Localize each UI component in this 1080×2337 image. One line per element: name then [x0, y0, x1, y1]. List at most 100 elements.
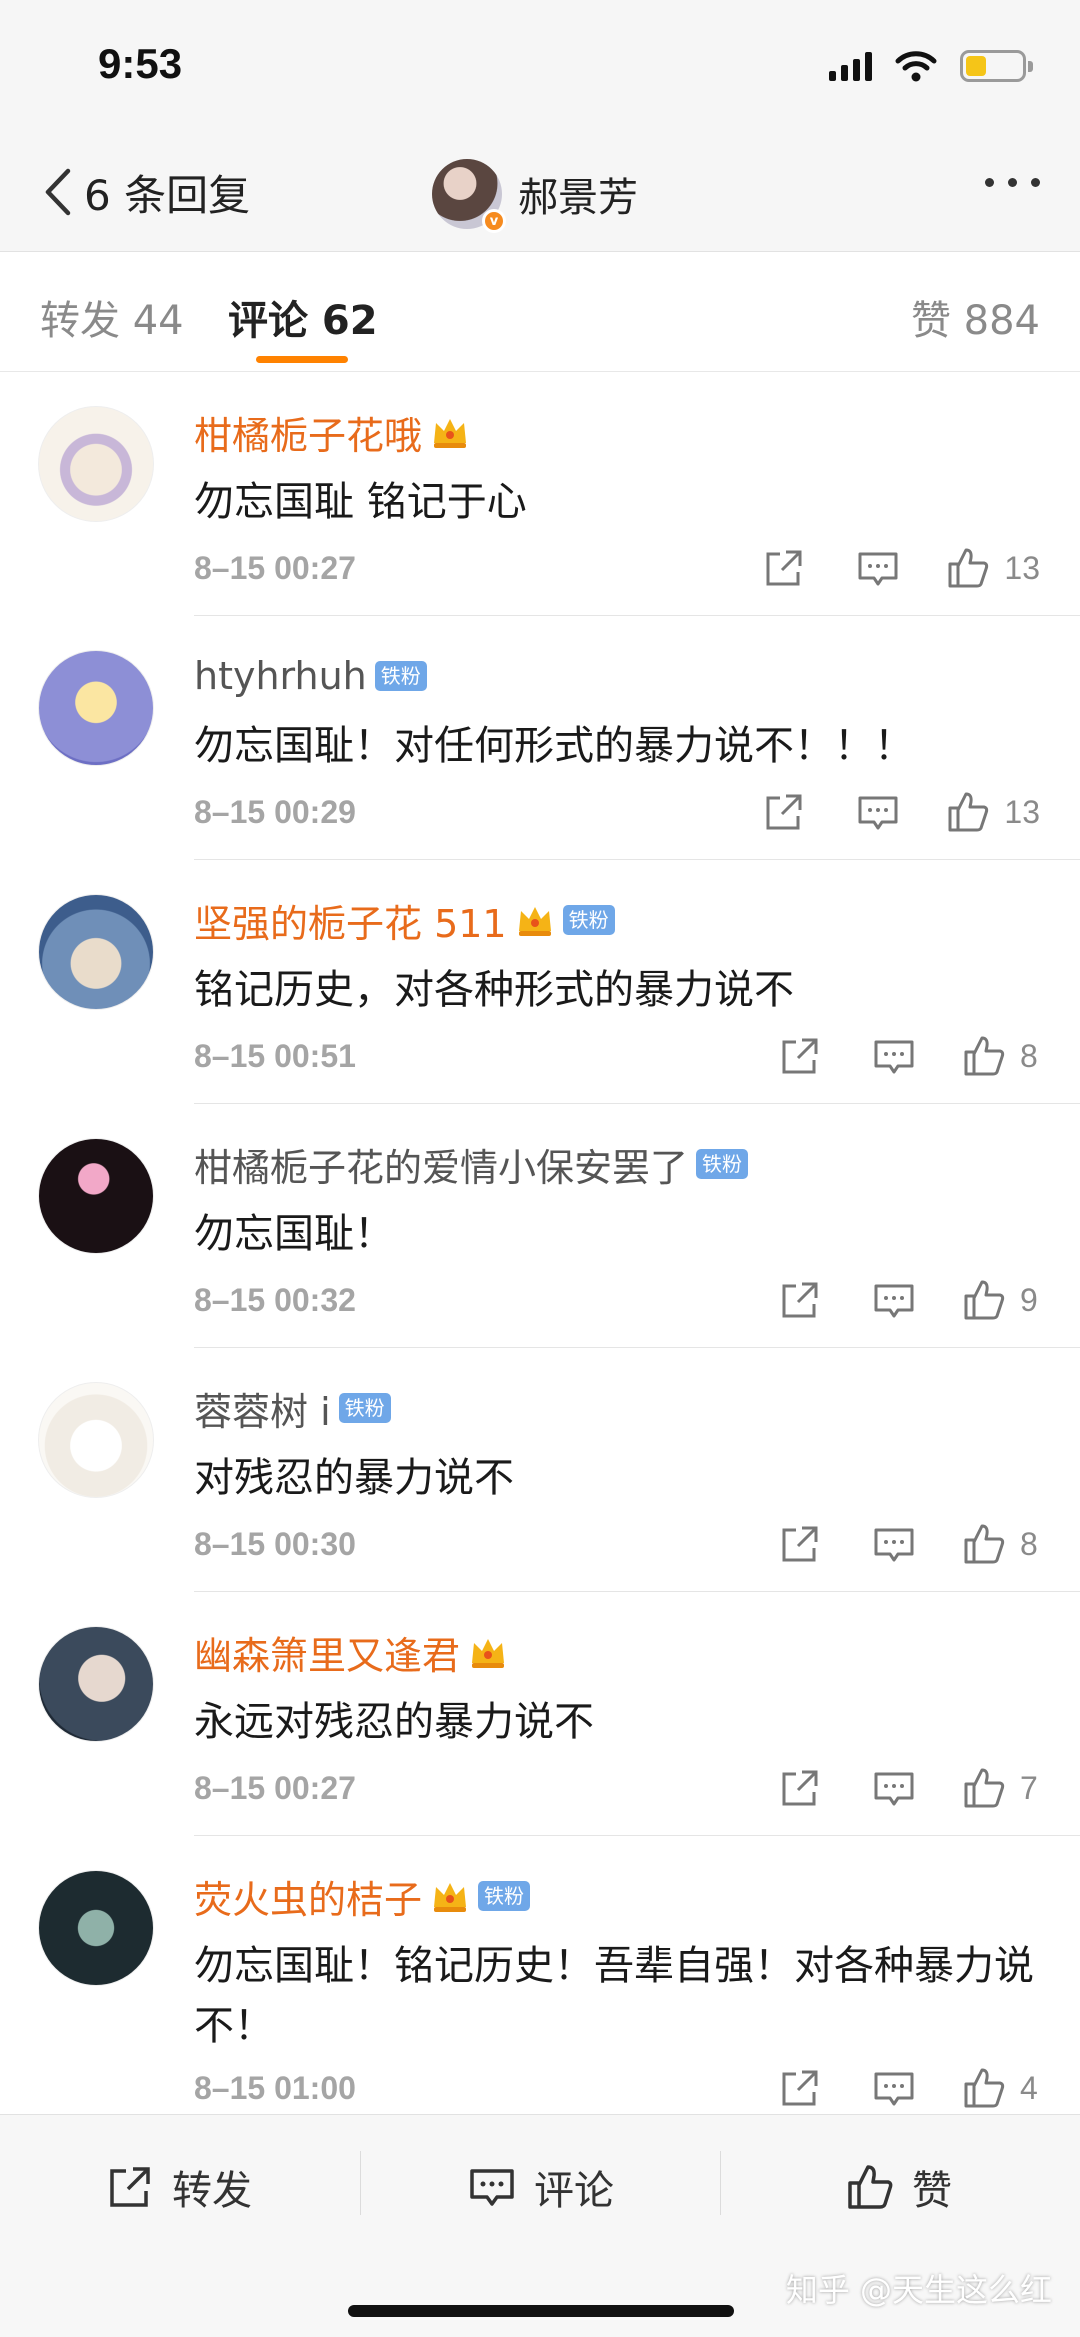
username[interactable]: 幽森箫里又逢君	[194, 1625, 460, 1680]
reply-icon[interactable]	[872, 1034, 916, 1078]
comment-list: 柑橘栀子花哦 勿忘国耻 铭记于心 8–15 00:27 13 htyhrhuh …	[0, 372, 1080, 2136]
share-icon[interactable]	[778, 1278, 822, 1322]
thumbs-up-icon	[964, 1524, 1005, 1564]
username[interactable]: 柑橘栀子花的爱情小保安罢了	[194, 1137, 688, 1192]
comment-time: 8–15 00:51	[194, 1038, 356, 1074]
share-icon[interactable]	[762, 790, 806, 834]
crown-icon	[434, 1883, 467, 1912]
more-dot-icon	[985, 178, 994, 187]
thumbs-up-icon	[964, 1768, 1005, 1808]
tab-bar: 转发 44 评论 62 赞 884	[0, 252, 1080, 372]
username[interactable]: 荧火虫的桔子	[194, 1869, 422, 1924]
reply-icon[interactable]	[856, 790, 900, 834]
share-icon[interactable]	[778, 1522, 822, 1566]
avatar[interactable]	[38, 1870, 154, 1986]
username[interactable]: 坚强的栀子花 511	[194, 893, 507, 948]
avatar[interactable]	[38, 406, 154, 522]
comment-text: 勿忘国耻！	[194, 1211, 394, 1257]
like-count: 9	[1020, 1281, 1038, 1318]
like-button[interactable]: 8	[962, 1034, 1040, 1078]
fan-badge: 铁粉	[562, 905, 615, 935]
avatar[interactable]	[38, 1626, 154, 1742]
comment-icon	[470, 2169, 514, 2206]
author-header[interactable]: v 郝景芳	[432, 154, 638, 234]
comment-time: 8–15 00:29	[194, 794, 356, 830]
comment-actions: 4	[728, 2062, 1040, 2114]
avatar[interactable]	[38, 894, 154, 1010]
avatar[interactable]	[38, 650, 154, 766]
username[interactable]: htyhrhuh	[194, 654, 367, 698]
back-button[interactable]: 6 条回复	[40, 162, 250, 222]
comment-item: 幽森箫里又逢君 永远对残忍的暴力说不 8–15 00:27 7	[0, 1592, 1080, 1836]
like-button[interactable]: 9	[962, 1278, 1040, 1322]
thumbs-up-icon	[964, 1036, 1005, 1076]
tab-repost[interactable]: 转发 44	[40, 288, 184, 346]
like-label: 赞	[912, 2168, 952, 2214]
tab-comment[interactable]: 评论 62	[228, 288, 378, 346]
crown-icon	[472, 1639, 505, 1668]
share-icon[interactable]	[778, 1766, 822, 1810]
reply-icon[interactable]	[856, 546, 900, 590]
share-icon[interactable]	[762, 546, 806, 590]
username[interactable]: 柑橘栀子花哦	[194, 405, 422, 460]
comment-actions: 13	[712, 542, 1040, 594]
crown-icon	[434, 419, 467, 448]
username[interactable]: 蓉蓉树 i	[194, 1381, 331, 1436]
comment-button[interactable]: 评论	[468, 2157, 614, 2217]
like-count: 13	[1004, 793, 1040, 830]
like-count: 4	[1020, 2069, 1038, 2106]
signal-icon	[829, 51, 872, 81]
comment-text: 勿忘国耻！对任何形式的暴力说不！！！	[194, 723, 914, 769]
reply-icon[interactable]	[872, 1522, 916, 1566]
more-button[interactable]	[985, 178, 1040, 187]
author-name: 郝景芳	[518, 175, 638, 221]
share-icon	[110, 2167, 150, 2207]
reply-icon[interactable]	[872, 2066, 916, 2110]
home-indicator[interactable]	[348, 2305, 734, 2317]
reply-icon[interactable]	[872, 1278, 916, 1322]
like-button[interactable]: 13	[946, 790, 1040, 834]
more-dot-icon	[1008, 178, 1017, 187]
comment-time: 8–15 00:27	[194, 1770, 356, 1806]
share-icon[interactable]	[778, 1034, 822, 1078]
like-button[interactable]: 4	[962, 2066, 1040, 2110]
comment-text: 对残忍的暴力说不	[194, 1455, 514, 1501]
comment-actions: 8	[728, 1030, 1040, 1082]
status-icons	[829, 46, 1033, 86]
comment-text: 铭记历史，对各种形式的暴力说不	[194, 967, 794, 1013]
comment-time: 8–15 01:00	[194, 2070, 356, 2106]
comment-actions: 7	[728, 1762, 1040, 1814]
like-button[interactable]: 8	[962, 1522, 1040, 1566]
crown-icon	[518, 907, 551, 936]
thumbs-up-icon	[964, 1280, 1005, 1320]
comment-text: 永远对残忍的暴力说不	[194, 1699, 594, 1745]
reply-count-label: 6 条回复	[84, 170, 251, 220]
avatar[interactable]	[38, 1382, 154, 1498]
bottom-action-bar: 转发 评论 赞 知乎 @天生这么红	[0, 2114, 1080, 2337]
like-button[interactable]: 13	[946, 546, 1040, 590]
verified-icon: v	[482, 209, 506, 233]
avatar[interactable]	[38, 1138, 154, 1254]
comment-label: 评论	[534, 2168, 614, 2214]
fan-badge: 铁粉	[374, 661, 427, 691]
reply-icon[interactable]	[872, 1766, 916, 1810]
comment-time: 8–15 00:32	[194, 1282, 356, 1318]
comment-item: htyhrhuh 铁粉 勿忘国耻！对任何形式的暴力说不！！！ 8–15 00:2…	[0, 616, 1080, 860]
share-icon[interactable]	[778, 2066, 822, 2110]
thumbs-up-icon	[948, 548, 989, 588]
comment-text: 勿忘国耻 铭记于心	[194, 479, 527, 525]
comment-item: 荧火虫的桔子 铁粉 勿忘国耻！铭记历史！吾辈自强！对各种暴力说不！ 8–15 0…	[0, 1836, 1080, 2136]
like-button[interactable]: 7	[962, 1766, 1040, 1810]
like-count: 8	[1020, 1037, 1038, 1074]
fan-badge: 铁粉	[338, 1393, 391, 1423]
like-button[interactable]: 赞	[846, 2157, 952, 2217]
divider	[360, 2151, 361, 2215]
tab-like[interactable]: 赞 884	[911, 288, 1040, 346]
author-avatar[interactable]: v	[432, 159, 506, 233]
repost-button[interactable]: 转发	[106, 2157, 252, 2217]
comment-time: 8–15 00:27	[194, 550, 356, 586]
comment-text: 勿忘国耻！铭记历史！吾辈自强！对各种暴力说不！	[194, 1943, 1034, 2049]
nav-bar: 6 条回复 v 郝景芳	[0, 140, 1080, 252]
comment-time: 8–15 00:30	[194, 1526, 356, 1562]
like-count: 13	[1004, 549, 1040, 586]
